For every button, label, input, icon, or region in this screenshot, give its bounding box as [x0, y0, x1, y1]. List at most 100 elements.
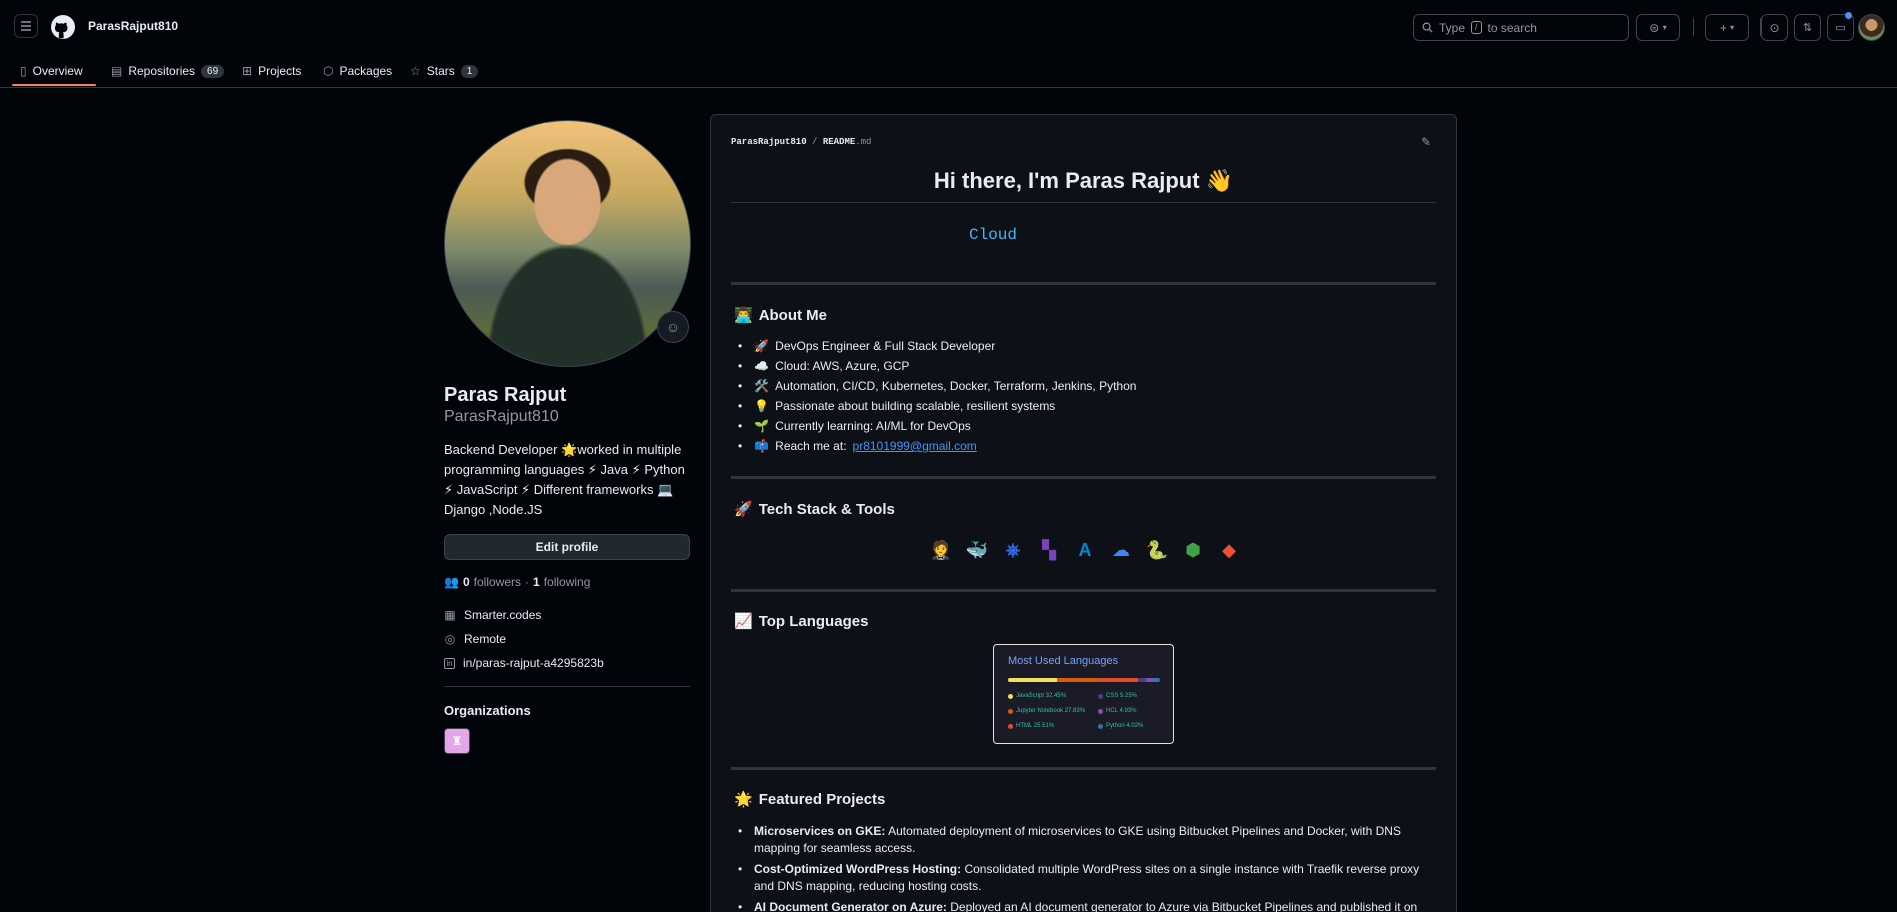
terraform-icon: ▚ [1042, 539, 1056, 560]
rocket-icon: 🚀 [754, 339, 770, 353]
profile-avatar[interactable] [444, 120, 691, 367]
language-legend-item: CSS 5.25% [1098, 693, 1137, 699]
search-input[interactable]: Type / to search [1413, 14, 1629, 41]
language-color-dot [1098, 708, 1103, 714]
list-item: Cost-Optimized WordPress Hosting: Consol… [738, 861, 1438, 895]
location-text: Remote [464, 632, 507, 646]
top-bar: ParasRajput810 Type / to search ⊜ ▾ + ▾ … [0, 0, 1897, 54]
smiley-icon: ☺ [665, 319, 681, 335]
language-color-dot [1098, 723, 1103, 729]
toolbar-divider [1693, 18, 1694, 36]
organizations-heading: Organizations [444, 703, 531, 718]
plus-icon: + [1719, 20, 1727, 35]
pencil-icon: ✎ [1421, 135, 1432, 149]
create-new-button[interactable]: + ▾ [1705, 14, 1749, 41]
vcard-linkedin: in in/paras-rajput-a4295823b [444, 656, 604, 670]
profile-login: ParasRajput810 [444, 408, 559, 425]
tab-packages[interactable]: ⬡ Packages [323, 54, 392, 88]
readme-h1-rule [731, 202, 1436, 203]
readme-file[interactable]: README [823, 137, 855, 147]
table-icon: ⊞ [242, 64, 253, 78]
language-color-dot [1098, 693, 1103, 699]
languages-heading: 📈 Top Languages [734, 612, 868, 631]
search-icon [1422, 22, 1433, 33]
edit-profile-button[interactable]: Edit profile [444, 534, 690, 560]
language-bar-segment [1146, 678, 1154, 682]
profile-bio: Backend Developer 🌟worked in multiple pr… [444, 442, 685, 517]
menu-button[interactable] [14, 14, 38, 38]
company-text: Smarter.codes [464, 608, 542, 622]
language-legend-item: HTML 25.51% [1008, 723, 1054, 729]
copilot-button[interactable]: ⊜ ▾ [1636, 14, 1680, 41]
section-divider [731, 476, 1436, 479]
project-name: Cost-Optimized WordPress Hosting: [754, 862, 962, 876]
technologist-icon: 👨‍💻 [734, 307, 753, 324]
github-logo-icon[interactable] [51, 15, 75, 39]
project-name: Microservices on GKE: [754, 824, 886, 838]
following-link[interactable]: following [544, 575, 591, 589]
heading-text: About Me [758, 306, 828, 324]
language-color-dot [1008, 723, 1013, 729]
follow-stats: 👥 0 followers · 1 following [444, 575, 590, 589]
readme-owner[interactable]: ParasRajput810 [731, 137, 807, 147]
list-item: 🚀 DevOps Engineer & Full Stack Developer [738, 336, 1136, 356]
lightbulb-icon: 💡 [754, 399, 770, 413]
tab-label: Projects [258, 64, 302, 78]
issues-button[interactable]: ⊙ [1761, 14, 1788, 41]
vcard-company: ▦ Smarter.codes [444, 608, 541, 622]
notification-indicator [1845, 12, 1852, 19]
language-label: Python 4.02% [1106, 723, 1144, 729]
pull-requests-button[interactable]: ⇅ [1794, 14, 1821, 41]
list-item: 💡 Passionate about building scalable, res… [738, 396, 1136, 416]
rocket-icon: 🚀 [734, 501, 753, 518]
org-avatar[interactable]: ♜ [444, 728, 470, 754]
tab-repositories[interactable]: ▤ Repositories 69 [111, 54, 225, 88]
following-count[interactable]: 1 [533, 575, 540, 589]
global-header: ParasRajput810 Type / to search ⊜ ▾ + ▾ … [0, 0, 1897, 88]
item-text: Cloud: AWS, Azure, GCP [775, 359, 910, 373]
profile-tabs: ▯ Overview ▤ Repositories 69 ⊞ Projects … [0, 54, 1897, 88]
tab-label: Packages [339, 64, 393, 78]
about-list: 🚀DevOps Engineer & Full Stack Developer … [738, 336, 1136, 456]
tech-icons-row: 🤵 🐳 ⎈ ▚ A ☁ 🐍 ⬢ ◆ [925, 534, 1245, 566]
tab-label: Stars [426, 64, 455, 78]
profile-name: Paras Rajput [444, 384, 567, 406]
readme-title: Hi there, I'm Paras Rajput 👋 [933, 168, 1234, 193]
azure-icon: A [1078, 539, 1092, 560]
language-bar-segment [1099, 678, 1139, 682]
list-item: ☁️ Cloud: AWS, Azure, GCP [738, 356, 1136, 376]
linkedin-link[interactable]: in/paras-rajput-a4295823b [463, 656, 604, 670]
linkedin-icon: in [444, 657, 455, 669]
list-item: 🛠️ Automation, CI/CD, Kubernetes, Docker,… [738, 376, 1136, 396]
email-link[interactable]: pr8101999@gmail.com [853, 439, 977, 453]
book-icon: ▯ [20, 64, 27, 78]
language-legend-item: Python 4.02% [1098, 723, 1143, 729]
git-pull-request-icon: ⇅ [1802, 22, 1813, 34]
set-status-button[interactable]: ☺ [657, 311, 689, 343]
tab-label: Repositories [128, 64, 196, 78]
active-tab-indicator [12, 84, 96, 86]
tab-overview[interactable]: ▯ Overview [20, 54, 83, 88]
projects-heading: 🌟 Featured Projects [734, 790, 885, 809]
package-icon: ⬡ [323, 64, 334, 78]
mailbox-icon: 📫 [754, 439, 770, 453]
separator-dot: · [525, 575, 529, 589]
vcard-location: ◎ Remote [444, 632, 506, 646]
docker-icon: 🐳 [965, 539, 989, 560]
cloud-icon: ☁️ [754, 359, 770, 373]
user-avatar[interactable] [1858, 14, 1885, 41]
language-bar-segment [1008, 678, 1058, 682]
location-icon: ◎ [444, 632, 456, 646]
tab-stars[interactable]: ☆ Stars 1 [410, 54, 479, 88]
chevron-down-icon: ▾ [1730, 23, 1735, 32]
list-item: 📫 Reach me at: pr8101999@gmail.com [738, 436, 1136, 456]
edit-readme-button[interactable]: ✎ [1421, 135, 1431, 149]
followers-link[interactable]: followers [474, 575, 521, 589]
language-bar-segment [1057, 678, 1100, 682]
tab-projects[interactable]: ⊞ Projects [242, 54, 301, 88]
tech-heading: 🚀 Tech Stack & Tools [734, 500, 895, 519]
followers-count[interactable]: 0 [463, 575, 470, 589]
item-text: Automation, CI/CD, Kubernetes, Docker, T… [775, 379, 1137, 393]
context-username[interactable]: ParasRajput810 [88, 19, 178, 33]
chart-icon: 📈 [734, 613, 753, 630]
